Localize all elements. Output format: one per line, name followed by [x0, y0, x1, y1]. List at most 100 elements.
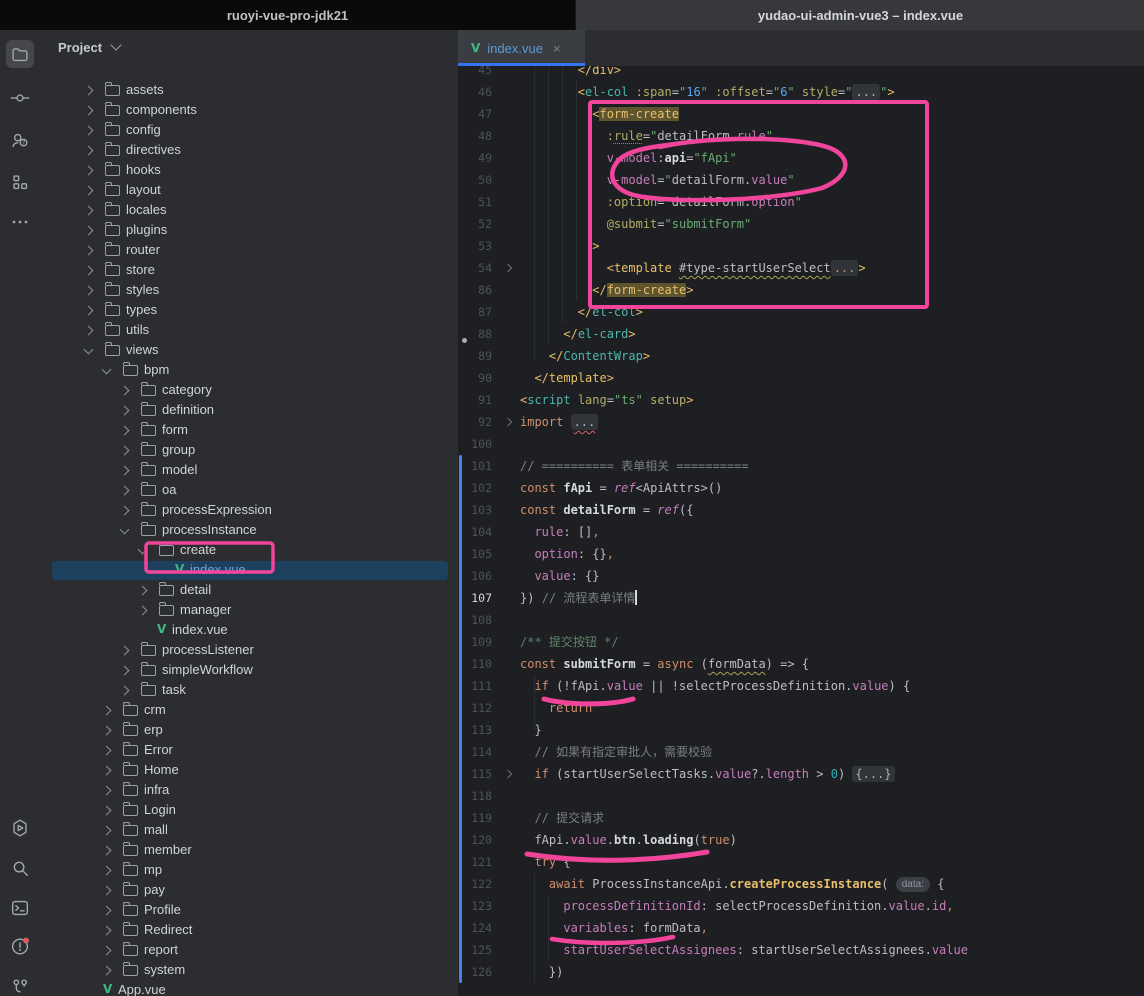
code-line-120[interactable]: 120 fApi.value.btn.loading(true) [458, 829, 1144, 851]
tree-item-Error[interactable]: Error [40, 740, 458, 760]
code-line-123[interactable]: 123 processDefinitionId: selectProcessDe… [458, 895, 1144, 917]
chevron-right-icon[interactable] [84, 106, 94, 116]
tree-item-member[interactable]: member [40, 840, 458, 860]
project-panel-header[interactable]: Project [40, 30, 458, 64]
tree-item-Redirect[interactable]: Redirect [40, 920, 458, 940]
code-line-108[interactable]: 108 [458, 609, 1144, 631]
chevron-down-icon[interactable] [120, 525, 130, 535]
code-line-52[interactable]: 52 @submit="submitForm" [458, 213, 1144, 235]
tree-item-crm[interactable]: crm [40, 700, 458, 720]
tree-item-Profile[interactable]: Profile [40, 900, 458, 920]
chevron-right-icon[interactable] [102, 806, 112, 816]
chevron-right-icon[interactable] [84, 86, 94, 96]
code-line-104[interactable]: 104 rule: [], [458, 521, 1144, 543]
background-window-titlebar[interactable]: ruoyi-vue-pro-jdk21 [0, 0, 575, 30]
code-line-102[interactable]: 102const fApi = ref<ApiAttrs>() [458, 477, 1144, 499]
tree-item-locales[interactable]: locales [40, 200, 458, 220]
tree-item-detail[interactable]: detail [40, 580, 458, 600]
tree-item-report[interactable]: report [40, 940, 458, 960]
fold-arrow-icon[interactable] [504, 770, 512, 778]
chevron-right-icon[interactable] [120, 666, 130, 676]
tree-item-config[interactable]: config [40, 120, 458, 140]
fold-arrow-icon[interactable] [504, 264, 512, 272]
chevron-right-icon[interactable] [84, 226, 94, 236]
terminal-icon[interactable] [6, 894, 34, 922]
tree-item-model[interactable]: model [40, 460, 458, 480]
code-line-122[interactable]: 122 await ProcessInstanceApi.createProce… [458, 873, 1144, 895]
tree-item-group[interactable]: group [40, 440, 458, 460]
tree-item-manager[interactable]: manager [40, 600, 458, 620]
tree-item-layout[interactable]: layout [40, 180, 458, 200]
chevron-right-icon[interactable] [102, 926, 112, 936]
chevron-down-icon[interactable] [84, 345, 94, 355]
tree-item-bpm[interactable]: bpm [40, 360, 458, 380]
tree-item-mp[interactable]: mp [40, 860, 458, 880]
tree-item-router[interactable]: router [40, 240, 458, 260]
code-line-110[interactable]: 110const submitForm = async (formData) =… [458, 653, 1144, 675]
code-line-90[interactable]: 90 </template> [458, 367, 1144, 389]
tree-item-types[interactable]: types [40, 300, 458, 320]
tab-index-vue[interactable]: V index.vue × [458, 30, 585, 66]
chevron-right-icon[interactable] [102, 946, 112, 956]
tree-item-Login[interactable]: Login [40, 800, 458, 820]
code-line-50[interactable]: 50 v-model="detailForm.value" [458, 169, 1144, 191]
code-line-48[interactable]: 48 :rule="detailForm.rule" [458, 125, 1144, 147]
chevron-right-icon[interactable] [102, 866, 112, 876]
tree-item-infra[interactable]: infra [40, 780, 458, 800]
code-editor[interactable]: 45 </div>46 <el-col :span="16" :offset="… [458, 66, 1144, 984]
tree-item-category[interactable]: category [40, 380, 458, 400]
code-line-86[interactable]: 86 </form-create> [458, 279, 1144, 301]
chevron-right-icon[interactable] [120, 406, 130, 416]
chevron-right-icon[interactable] [84, 186, 94, 196]
code-line-54[interactable]: 54 <template #type-startUserSelect...> [458, 257, 1144, 279]
chevron-right-icon[interactable] [102, 886, 112, 896]
code-line-106[interactable]: 106 value: {} [458, 565, 1144, 587]
chevron-right-icon[interactable] [138, 606, 148, 616]
code-line-47[interactable]: 47 <form-create [458, 103, 1144, 125]
code-line-92[interactable]: 92import ... [458, 411, 1144, 433]
tree-item-processInstance[interactable]: processInstance [40, 520, 458, 540]
chevron-right-icon[interactable] [120, 646, 130, 656]
commit-icon[interactable] [6, 84, 34, 112]
chevron-right-icon[interactable] [84, 326, 94, 336]
code-line-114[interactable]: 114 // 如果有指定审批人，需要校验 [458, 741, 1144, 763]
chevron-right-icon[interactable] [120, 506, 130, 516]
chevron-right-icon[interactable] [102, 906, 112, 916]
code-line-51[interactable]: 51 :option="detailForm.option" [458, 191, 1144, 213]
tree-item-App.vue[interactable]: VApp.vue [40, 980, 458, 996]
code-line-49[interactable]: 49 v-model:api="fApi" [458, 147, 1144, 169]
more-icon[interactable] [6, 208, 34, 236]
code-line-87[interactable]: 87 </el-col> [458, 301, 1144, 323]
code-line-125[interactable]: 125 startUserSelectAssignees: startUserS… [458, 939, 1144, 961]
code-line-124[interactable]: 124 variables: formData, [458, 917, 1144, 939]
tree-item-index.vue[interactable]: Vindex.vue [40, 620, 458, 640]
tree-item-system[interactable]: system [40, 960, 458, 980]
chevron-right-icon[interactable] [102, 746, 112, 756]
chevron-down-icon[interactable] [138, 545, 148, 555]
chevron-right-icon[interactable] [84, 146, 94, 156]
tree-item-oa[interactable]: oa [40, 480, 458, 500]
search-icon[interactable] [6, 854, 34, 882]
code-line-103[interactable]: 103const detailForm = ref({ [458, 499, 1144, 521]
code-line-45[interactable]: 45 </div> [458, 66, 1144, 81]
code-line-113[interactable]: 113 } [458, 719, 1144, 741]
chevron-down-icon[interactable] [102, 365, 112, 375]
code-line-53[interactable]: 53 > [458, 235, 1144, 257]
chevron-right-icon[interactable] [102, 786, 112, 796]
code-line-126[interactable]: 126 }) [458, 961, 1144, 983]
tree-item-views[interactable]: views [40, 340, 458, 360]
code-line-107[interactable]: 107}) // 流程表单详情 [458, 587, 1144, 609]
code-line-109[interactable]: 109/** 提交按钮 */ [458, 631, 1144, 653]
tree-item-simpleWorkflow[interactable]: simpleWorkflow [40, 660, 458, 680]
chevron-right-icon[interactable] [84, 266, 94, 276]
project-folder-icon[interactable] [6, 40, 34, 68]
chevron-right-icon[interactable] [102, 766, 112, 776]
chevron-right-icon[interactable] [84, 246, 94, 256]
tree-item-Home[interactable]: Home [40, 760, 458, 780]
chevron-right-icon[interactable] [120, 486, 130, 496]
code-line-101[interactable]: 101// ========== 表单相关 ========== [458, 455, 1144, 477]
chevron-right-icon[interactable] [84, 286, 94, 296]
chevron-right-icon[interactable] [138, 586, 148, 596]
code-line-91[interactable]: 91<script lang="ts" setup> [458, 389, 1144, 411]
chevron-right-icon[interactable] [102, 846, 112, 856]
